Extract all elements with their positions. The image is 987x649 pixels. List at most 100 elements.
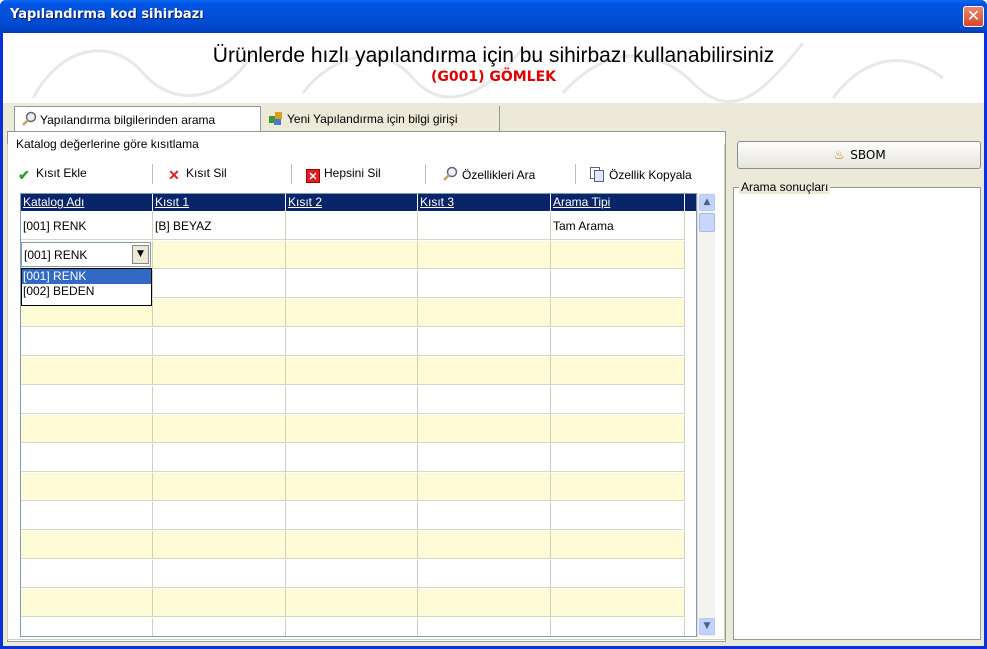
table-cell[interactable]: [153, 328, 286, 356]
table-cell[interactable]: [153, 299, 286, 327]
table-cell[interactable]: [21, 618, 153, 636]
table-cell[interactable]: [418, 241, 551, 269]
table-cell[interactable]: [286, 328, 418, 356]
table-cell[interactable]: [286, 502, 418, 530]
col-kisit-1[interactable]: Kısıt 1: [153, 194, 286, 211]
table-cell[interactable]: [418, 299, 551, 327]
table-cell[interactable]: [21, 357, 153, 385]
table-cell[interactable]: [418, 531, 551, 559]
table-cell[interactable]: [21, 328, 153, 356]
col-arama-tipi[interactable]: Arama Tipi: [551, 194, 685, 211]
tab-search-config[interactable]: Yapılandırma bilgilerinden arama: [14, 106, 261, 132]
tab-new-config[interactable]: Yeni Yapılandırma için bilgi girişi: [262, 106, 500, 131]
delete-constraint-button[interactable]: ✕ Kısıt Sil: [166, 160, 227, 187]
table-cell[interactable]: [551, 473, 685, 501]
dropdown-arrow-icon[interactable]: ▼: [132, 245, 149, 264]
table-cell[interactable]: [153, 618, 286, 636]
table-cell[interactable]: [286, 531, 418, 559]
search-properties-button[interactable]: Özellikleri Ara: [442, 160, 535, 187]
dropdown-option[interactable]: [002] BEDEN: [22, 284, 151, 299]
table-cell[interactable]: [286, 241, 418, 269]
table-cell[interactable]: [153, 357, 286, 385]
table-cell[interactable]: [551, 299, 685, 327]
col-kisit-2[interactable]: Kısıt 2: [286, 194, 418, 211]
table-cell[interactable]: [551, 357, 685, 385]
table-row[interactable]: [21, 589, 685, 617]
table-cell[interactable]: [153, 241, 286, 269]
scroll-thumb[interactable]: [699, 213, 715, 232]
table-cell[interactable]: [418, 444, 551, 472]
table-cell[interactable]: [153, 473, 286, 501]
table-cell[interactable]: [418, 589, 551, 617]
scroll-down-icon[interactable]: ▼: [699, 618, 715, 635]
table-cell[interactable]: [21, 473, 153, 501]
title-bar[interactable]: Yapılandırma kod sihirbazı ✕: [0, 0, 987, 33]
add-constraint-button[interactable]: ✔ Kısıt Ekle: [16, 160, 87, 187]
table-cell[interactable]: [286, 299, 418, 327]
scroll-up-icon[interactable]: ▲: [699, 194, 715, 211]
table-row[interactable]: [21, 357, 685, 385]
close-button[interactable]: ✕: [963, 6, 984, 27]
table-cell[interactable]: [551, 560, 685, 588]
table-cell[interactable]: [153, 560, 286, 588]
delete-all-button[interactable]: ✕ Hepsini Sil: [306, 160, 381, 187]
table-cell[interactable]: [286, 415, 418, 443]
table-row[interactable]: [21, 531, 685, 559]
col-kisit-3[interactable]: Kısıt 3: [418, 194, 551, 211]
table-row[interactable]: [21, 560, 685, 588]
table-cell[interactable]: [286, 589, 418, 617]
table-cell[interactable]: [418, 270, 551, 298]
sbom-button[interactable]: ♨ SBOM: [737, 141, 981, 169]
table-cell[interactable]: [286, 386, 418, 414]
table-cell[interactable]: [418, 328, 551, 356]
table-row[interactable]: [21, 328, 685, 356]
table-cell[interactable]: [153, 270, 286, 298]
table-cell[interactable]: [551, 241, 685, 269]
table-cell[interactable]: [B] BEYAZ: [153, 212, 286, 240]
table-cell[interactable]: [153, 531, 286, 559]
col-katalog-adi[interactable]: Katalog Adı: [21, 194, 153, 211]
table-row[interactable]: [001] RENK [B] BEYAZ Tam Arama: [21, 212, 685, 240]
table-cell[interactable]: [418, 618, 551, 636]
table-cell[interactable]: [551, 386, 685, 414]
table-cell[interactable]: [551, 415, 685, 443]
table-cell[interactable]: [286, 357, 418, 385]
table-cell[interactable]: [551, 589, 685, 617]
table-cell[interactable]: [001] RENK: [21, 212, 153, 240]
table-cell[interactable]: [286, 560, 418, 588]
table-cell[interactable]: [418, 502, 551, 530]
katalog-combobox[interactable]: [001] RENK ▼: [21, 242, 151, 267]
table-cell[interactable]: [418, 473, 551, 501]
table-cell[interactable]: [418, 386, 551, 414]
table-cell[interactable]: [286, 473, 418, 501]
copy-property-button[interactable]: Özellik Kopyala: [589, 160, 692, 187]
table-row[interactable]: [21, 473, 685, 501]
table-cell[interactable]: [286, 618, 418, 636]
table-cell[interactable]: [551, 531, 685, 559]
table-cell[interactable]: [551, 328, 685, 356]
table-row[interactable]: [21, 444, 685, 472]
table-row[interactable]: [21, 415, 685, 443]
table-cell[interactable]: [153, 415, 286, 443]
table-cell[interactable]: [286, 270, 418, 298]
table-cell[interactable]: [418, 212, 551, 240]
table-cell[interactable]: [153, 502, 286, 530]
table-cell[interactable]: [21, 386, 153, 414]
table-cell[interactable]: [153, 589, 286, 617]
table-cell[interactable]: [551, 618, 685, 636]
table-cell[interactable]: [418, 357, 551, 385]
table-cell[interactable]: [21, 531, 153, 559]
table-row[interactable]: [21, 386, 685, 414]
table-cell[interactable]: Tam Arama: [551, 212, 685, 240]
table-cell[interactable]: [153, 386, 286, 414]
dropdown-option[interactable]: [001] RENK: [22, 269, 151, 284]
table-cell[interactable]: [21, 444, 153, 472]
table-cell[interactable]: [551, 270, 685, 298]
grid-vertical-scrollbar[interactable]: ▲ ▼: [697, 193, 715, 637]
table-cell[interactable]: [286, 444, 418, 472]
table-cell[interactable]: [153, 444, 286, 472]
table-cell[interactable]: [551, 444, 685, 472]
table-cell[interactable]: [551, 502, 685, 530]
table-cell[interactable]: [418, 560, 551, 588]
table-cell[interactable]: [21, 502, 153, 530]
